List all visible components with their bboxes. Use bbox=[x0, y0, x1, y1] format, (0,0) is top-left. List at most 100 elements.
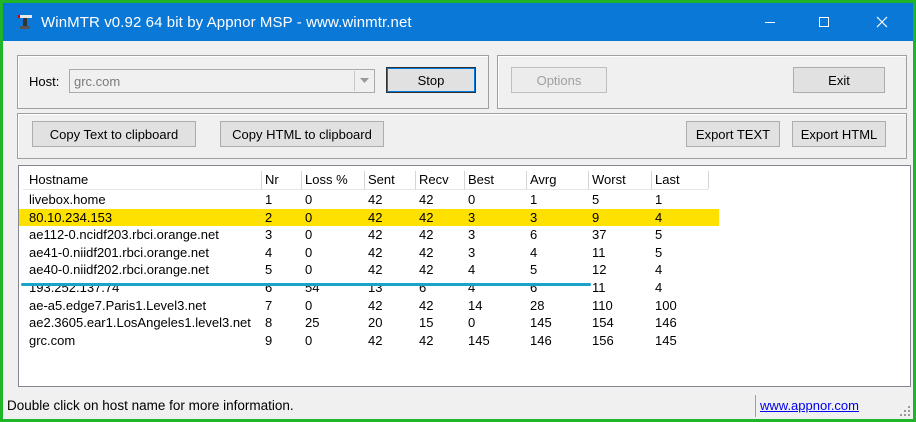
cell-avrg: 28 bbox=[530, 297, 545, 313]
column-header-hostname[interactable]: Hostname bbox=[26, 171, 262, 189]
cell-sent: 42 bbox=[368, 244, 383, 260]
cell-last: 4 bbox=[655, 209, 663, 225]
table-row[interactable]: ae41-0.niidf201.rbci.orange.net 4 0 42 42 3 4 1… bbox=[19, 244, 719, 261]
cell-worst: 11 bbox=[592, 244, 606, 260]
cell-loss: 0 bbox=[305, 244, 313, 260]
column-header-sent[interactable]: Sent bbox=[365, 171, 416, 189]
options-button[interactable]: Options bbox=[511, 67, 607, 93]
status-bar: Double click on host name for more infor… bbox=[3, 393, 913, 419]
cell-last: 4 bbox=[655, 262, 663, 278]
cell-hostname: ae2.3605.ear1.LosAngeles1.level3.net bbox=[29, 315, 251, 331]
status-message: Double click on host name for more infor… bbox=[7, 398, 294, 413]
cell-sent: 42 bbox=[368, 227, 383, 243]
table-row[interactable]: ae-a5.edge7.Paris1.Level3.net 7 0 42 42 14 28 1… bbox=[19, 297, 719, 314]
stop-button[interactable]: Stop bbox=[386, 67, 476, 93]
table-row[interactable]: livebox.home 1 0 42 42 0 1 5 1 bbox=[19, 191, 719, 208]
export-html-button[interactable]: Export HTML bbox=[792, 121, 886, 147]
cell-avrg: 145 bbox=[530, 315, 552, 331]
cell-recv: 42 bbox=[419, 227, 434, 243]
winmtr-window: WinMTR v0.92 64 bit by Appnor MSP - www.… bbox=[3, 3, 913, 419]
minimize-button[interactable] bbox=[747, 3, 793, 41]
cell-best: 3 bbox=[468, 244, 476, 260]
cell-last: 4 bbox=[655, 280, 663, 295]
resize-grip-icon[interactable] bbox=[899, 405, 911, 417]
cell-best: 14 bbox=[468, 297, 483, 313]
column-header-loss[interactable]: Loss % bbox=[302, 171, 365, 189]
cell-worst: 12 bbox=[592, 262, 607, 278]
cell-avrg: 3 bbox=[530, 209, 538, 225]
cell-recv: 42 bbox=[419, 332, 434, 348]
host-combobox[interactable]: grc.com bbox=[69, 69, 375, 93]
table-row[interactable]: ae2.3605.ear1.LosAngeles1.level3.net 8 25 2… bbox=[19, 314, 719, 331]
cell-last: 100 bbox=[655, 297, 677, 313]
annotation-underline bbox=[21, 283, 591, 286]
cell-sent: 42 bbox=[368, 262, 383, 278]
column-header-avrg[interactable]: Avrg bbox=[527, 171, 589, 189]
cell-recv: 42 bbox=[419, 192, 434, 207]
cell-recv: 15 bbox=[419, 315, 434, 331]
cell-last: 5 bbox=[655, 227, 663, 243]
cell-hostname: 80.10.234.153 bbox=[29, 209, 113, 225]
cell-best: 0 bbox=[468, 192, 476, 207]
copy-html-button[interactable]: Copy HTML to clipboard bbox=[220, 121, 384, 147]
cell-loss: 0 bbox=[305, 209, 313, 225]
cell-nr: 1 bbox=[265, 192, 273, 207]
cell-recv: 42 bbox=[419, 297, 434, 313]
maximize-icon bbox=[819, 17, 829, 27]
cell-loss: 0 bbox=[305, 192, 313, 207]
cell-last: 146 bbox=[655, 315, 677, 331]
cell-sent: 42 bbox=[368, 192, 383, 207]
column-header-best[interactable]: Best bbox=[465, 171, 527, 189]
cell-nr: 3 bbox=[265, 227, 273, 243]
exit-button[interactable]: Exit bbox=[793, 67, 885, 93]
minimize-icon bbox=[765, 22, 775, 23]
column-header-nr[interactable]: Nr bbox=[262, 171, 302, 189]
export-text-button[interactable]: Export TEXT bbox=[686, 121, 780, 147]
cell-hostname: 193.252.137.74 bbox=[29, 280, 120, 295]
cell-avrg: 5 bbox=[530, 262, 538, 278]
cell-avrg: 1 bbox=[530, 192, 538, 207]
cell-recv: 42 bbox=[419, 262, 434, 278]
cell-avrg: 6 bbox=[530, 227, 538, 243]
cell-avrg: 4 bbox=[530, 244, 538, 260]
cell-worst: 110 bbox=[592, 297, 613, 313]
cell-best: 145 bbox=[468, 332, 490, 348]
table-row[interactable]: ae112-0.ncidf203.rbci.orange.net 3 0 42 42 3 6… bbox=[19, 226, 719, 243]
cell-nr: 6 bbox=[265, 280, 273, 295]
maximize-button[interactable] bbox=[801, 3, 847, 41]
cell-worst: 11 bbox=[592, 280, 606, 295]
table-row[interactable]: grc.com 9 0 42 42 145 146 156 145 bbox=[19, 332, 719, 349]
cell-best: 4 bbox=[468, 262, 476, 278]
results-table[interactable]: Hostname Nr Loss % Sent Recv Best Avrg Worst Las… bbox=[18, 165, 911, 387]
column-header-last[interactable]: Last bbox=[652, 171, 709, 189]
cell-sent: 42 bbox=[368, 209, 383, 225]
cell-worst: 37 bbox=[592, 227, 607, 243]
cell-worst: 156 bbox=[592, 332, 614, 348]
dropdown-arrow-icon[interactable] bbox=[354, 71, 373, 91]
table-row[interactable]: ae40-0.niidf202.rbci.orange.net 5 0 42 42 4 5 1… bbox=[19, 261, 719, 278]
column-header-worst[interactable]: Worst bbox=[589, 171, 652, 189]
title-bar[interactable]: WinMTR v0.92 64 bit by Appnor MSP - www.… bbox=[3, 3, 913, 41]
header-divider bbox=[23, 189, 708, 190]
cell-best: 3 bbox=[468, 209, 476, 225]
window-title: WinMTR v0.92 64 bit by Appnor MSP - www.… bbox=[41, 14, 412, 31]
table-row[interactable]: 80.10.234.153 2 0 42 42 3 3 9 4 bbox=[19, 208, 719, 226]
cell-avrg: 146 bbox=[530, 332, 552, 348]
close-icon bbox=[876, 16, 888, 28]
cell-sent: 20 bbox=[368, 315, 383, 331]
cell-hostname: ae41-0.niidf201.rbci.orange.net bbox=[29, 244, 209, 260]
appnor-link[interactable]: www.appnor.com bbox=[760, 398, 859, 413]
cell-last: 145 bbox=[655, 332, 677, 348]
cell-sent: 13 bbox=[368, 280, 383, 295]
cell-worst: 154 bbox=[592, 315, 614, 331]
copy-text-button[interactable]: Copy Text to clipboard bbox=[32, 121, 196, 147]
table-row[interactable]: 193.252.137.74 6 54 13 6 4 6 11 4 bbox=[19, 279, 719, 296]
host-combobox-value: grc.com bbox=[74, 74, 121, 89]
cell-hostname: grc.com bbox=[29, 332, 76, 348]
column-header-recv[interactable]: Recv bbox=[416, 171, 465, 189]
cell-hostname: ae40-0.niidf202.rbci.orange.net bbox=[29, 262, 209, 278]
cell-worst: 5 bbox=[592, 192, 600, 207]
cell-hostname: ae-a5.edge7.Paris1.Level3.net bbox=[29, 297, 207, 313]
cell-loss: 0 bbox=[305, 262, 313, 278]
close-button[interactable] bbox=[859, 3, 905, 41]
